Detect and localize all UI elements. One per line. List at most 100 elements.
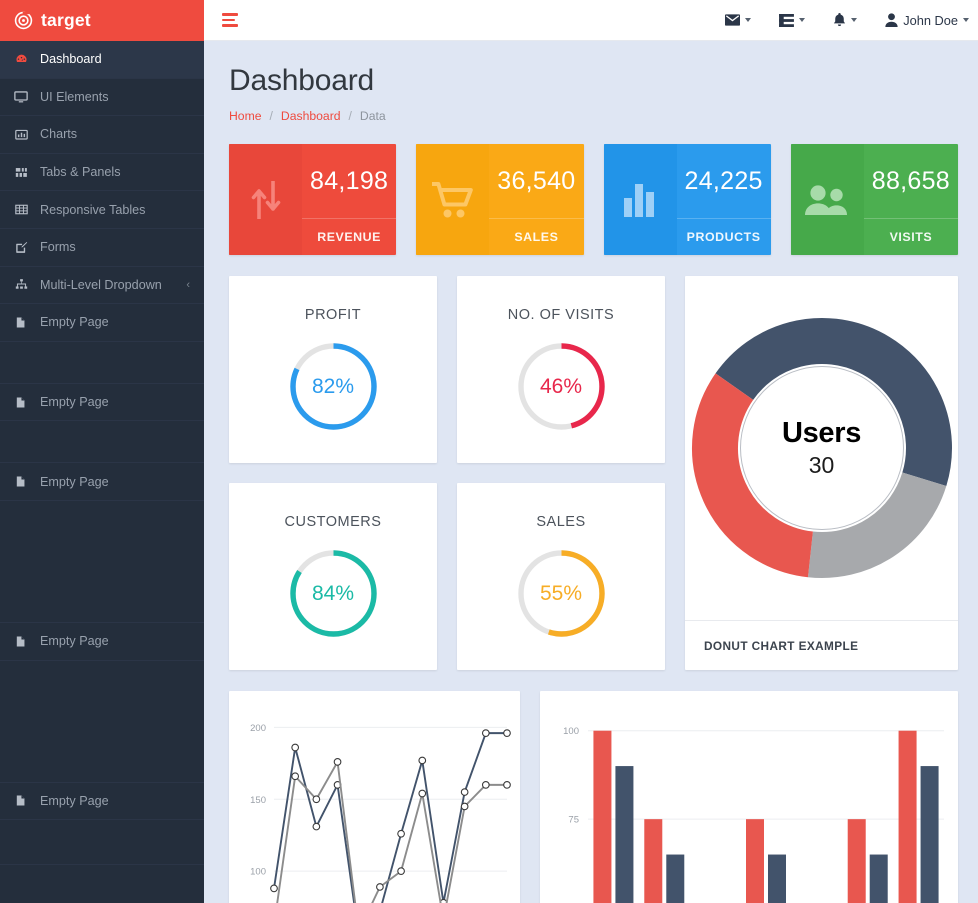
stat-card-revenue[interactable]: 84,198REVENUE xyxy=(229,144,396,255)
bar[interactable] xyxy=(746,819,764,903)
tasks-icon xyxy=(779,14,794,27)
breadcrumb-item-dashboard[interactable]: Dashboard xyxy=(281,109,341,123)
breadcrumb-item-home[interactable]: Home xyxy=(229,109,262,123)
gauge-card-sales[interactable]: SALES55% xyxy=(457,483,665,670)
chevron-left-icon[interactable]: ‹ xyxy=(186,279,190,291)
line-point-marker[interactable] xyxy=(398,830,405,837)
y-axis-tick-label: 75 xyxy=(568,815,579,826)
file-icon xyxy=(13,396,29,409)
line-point-marker[interactable] xyxy=(271,885,278,892)
gauge-card-customers[interactable]: CUSTOMERS 84% xyxy=(229,483,437,670)
pencil-square-icon xyxy=(13,241,29,254)
stat-card-visits[interactable]: 88,658VISITS xyxy=(791,144,958,255)
line-point-marker[interactable] xyxy=(313,796,320,803)
tasks-dropdown[interactable] xyxy=(779,14,805,27)
line-point-marker[interactable] xyxy=(292,744,299,751)
bar[interactable] xyxy=(870,855,888,903)
sidebar-item-tabs-panels[interactable]: Tabs & Panels xyxy=(0,154,204,192)
breadcrumb-separator: / xyxy=(349,109,352,123)
envelope-icon xyxy=(725,14,740,26)
bar[interactable] xyxy=(848,819,866,903)
file-icon xyxy=(13,794,29,807)
chevron-down-icon xyxy=(745,18,751,22)
line-point-marker[interactable] xyxy=(504,730,511,737)
line-series xyxy=(274,733,507,903)
bar[interactable] xyxy=(768,855,786,903)
stat-card-sales[interactable]: 36,540SALES xyxy=(416,144,583,255)
y-axis-tick-label: 150 xyxy=(250,795,266,806)
stat-card-products[interactable]: 24,225PRODUCTS xyxy=(604,144,771,255)
sidebar-item-forms[interactable]: Forms xyxy=(0,229,204,267)
sidebar-spacer xyxy=(0,501,204,623)
stat-card-label: REVENUE xyxy=(302,218,396,255)
line-point-marker[interactable] xyxy=(504,782,511,789)
sidebar-item-responsive-tables[interactable]: Responsive Tables xyxy=(0,191,204,229)
gauge-row: CUSTOMERS 84% SALES55% xyxy=(229,483,665,670)
gauge-title: CUSTOMERS xyxy=(285,514,382,530)
line-chart-card[interactable]: 100150200 xyxy=(229,691,520,903)
sidebar-item-empty-page-9[interactable]: Empty Page xyxy=(0,463,204,501)
donut-chart-card: Users 30 DONUT CHART EXAMPLE xyxy=(685,276,958,670)
stat-card-value: 24,225 xyxy=(677,144,771,218)
gauge-card-profit[interactable]: PROFIT82% xyxy=(229,276,437,463)
sidebar-item-charts[interactable]: Charts xyxy=(0,116,204,154)
line-point-marker[interactable] xyxy=(483,730,490,737)
shopping-cart-icon xyxy=(416,144,489,255)
sidebar-item-empty-page-8[interactable]: Empty Page xyxy=(0,384,204,422)
gauge-value: 84% xyxy=(287,547,380,640)
stat-card-body: 36,540SALES xyxy=(489,144,583,255)
gauge-ring: 82% xyxy=(287,340,380,433)
sidebar-item-label: UI Elements xyxy=(40,90,109,104)
gauge-card-no-of-visits[interactable]: NO. OF VISITS46% xyxy=(457,276,665,463)
line-point-marker[interactable] xyxy=(292,773,299,780)
sidebar-spacer xyxy=(0,421,204,463)
bar[interactable] xyxy=(644,819,662,903)
line-point-marker[interactable] xyxy=(461,789,468,796)
sidebar-spacer xyxy=(0,661,204,783)
line-point-marker[interactable] xyxy=(419,757,426,764)
sidebar-item-label: Empty Page xyxy=(40,794,109,808)
bar[interactable] xyxy=(593,731,611,903)
bar-chart-icon xyxy=(13,128,29,141)
user-name: John Doe xyxy=(903,13,958,28)
bar[interactable] xyxy=(899,731,917,903)
line-point-marker[interactable] xyxy=(419,790,426,797)
stat-card-label: SALES xyxy=(489,218,583,255)
sidebar-spacer xyxy=(0,342,204,384)
sidebar-item-empty-page-10[interactable]: Empty Page xyxy=(0,623,204,661)
notifications-dropdown[interactable] xyxy=(833,13,857,27)
bar[interactable] xyxy=(666,855,684,903)
sidebar-item-ui-elements[interactable]: UI Elements xyxy=(0,79,204,117)
line-point-marker[interactable] xyxy=(334,759,341,766)
bar[interactable] xyxy=(921,766,939,903)
sidebar-item-dashboard[interactable]: Dashboard xyxy=(0,41,204,79)
bar[interactable] xyxy=(615,766,633,903)
file-icon xyxy=(13,475,29,488)
donut-chart[interactable]: Users 30 xyxy=(688,314,956,582)
user-menu[interactable]: John Doe xyxy=(885,13,969,28)
sidebar-item-empty-page-7[interactable]: Empty Page xyxy=(0,304,204,342)
sidebar-spacer xyxy=(0,820,204,865)
line-point-marker[interactable] xyxy=(483,782,490,789)
sidebar-item-multi-level-dropdown[interactable]: Multi-Level Dropdown‹ xyxy=(0,267,204,305)
content-scroll[interactable]: Dashboard Home/Dashboard/Data 84,198REVE… xyxy=(204,41,978,903)
line-point-marker[interactable] xyxy=(461,803,468,810)
sidebar-item-label: Empty Page xyxy=(40,395,109,409)
y-axis-tick-label: 100 xyxy=(563,726,579,737)
stat-card-body: 88,658VISITS xyxy=(864,144,958,255)
line-point-marker[interactable] xyxy=(313,823,320,830)
messages-dropdown[interactable] xyxy=(725,14,751,26)
line-series xyxy=(274,762,507,903)
user-icon xyxy=(885,13,898,27)
line-point-marker[interactable] xyxy=(377,884,384,891)
exchange-arrows-icon xyxy=(229,144,302,255)
bar-chart-card[interactable]: 5075100 xyxy=(540,691,958,903)
stat-card-value: 84,198 xyxy=(302,144,396,218)
stat-card-body: 24,225PRODUCTS xyxy=(677,144,771,255)
brand-logo[interactable]: target xyxy=(0,0,204,41)
sidebar-item-label: Dashboard xyxy=(40,52,102,66)
grid-icon xyxy=(13,166,29,179)
sidebar-toggle-icon[interactable] xyxy=(222,13,238,27)
sidebar-item-empty-page-11[interactable]: Empty Page xyxy=(0,783,204,821)
line-point-marker[interactable] xyxy=(398,868,405,875)
